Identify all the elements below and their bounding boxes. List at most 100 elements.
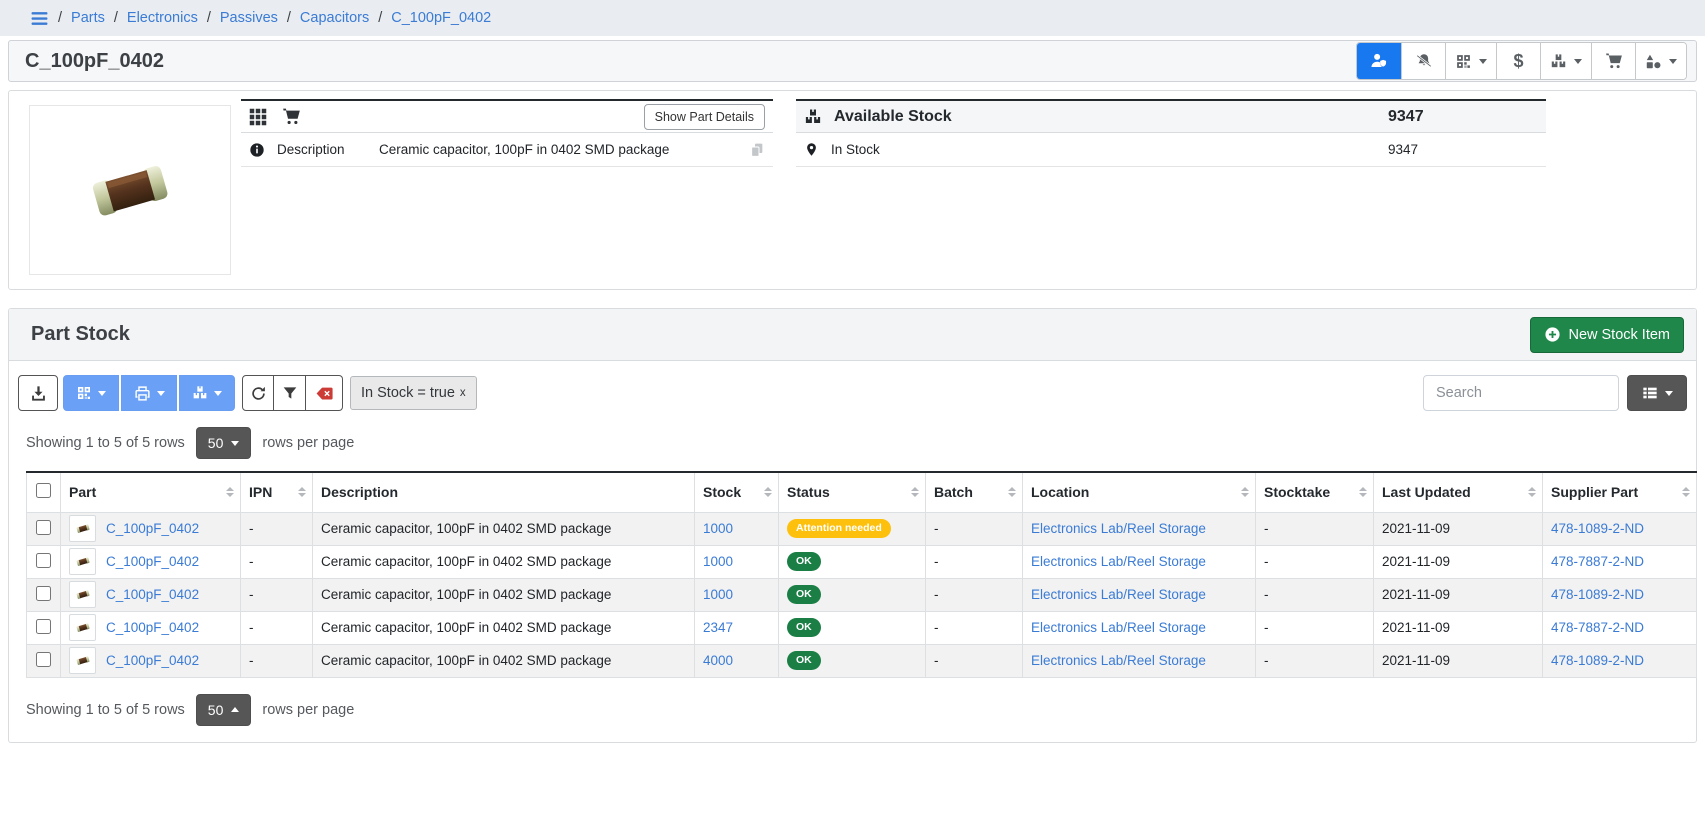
- supplier-part-link[interactable]: 478-1089-2-ND: [1551, 653, 1644, 668]
- order-actions-button[interactable]: [1591, 43, 1635, 79]
- user-roles-button[interactable]: [1357, 43, 1401, 79]
- barcode-actions-button[interactable]: [63, 375, 119, 411]
- show-part-details-button[interactable]: Show Part Details: [644, 104, 765, 130]
- stock-link[interactable]: 1000: [703, 554, 733, 569]
- column-header-stock[interactable]: Stock: [695, 472, 779, 512]
- table-row: C_100pF_0402 - Ceramic capacitor, 100pF …: [27, 512, 1697, 545]
- stock-actions-button[interactable]: [1540, 43, 1591, 79]
- column-header-stocktake[interactable]: Stocktake: [1256, 472, 1374, 512]
- sort-icon[interactable]: [911, 487, 919, 497]
- page-size-button[interactable]: 50: [196, 694, 252, 726]
- shapes-icon: [1645, 53, 1662, 70]
- table-view-button[interactable]: [1627, 375, 1687, 411]
- new-stock-item-button[interactable]: New Stock Item: [1530, 317, 1684, 353]
- row-checkbox[interactable]: [36, 553, 51, 568]
- last-updated-cell: 2021-11-09: [1374, 545, 1543, 578]
- sort-icon[interactable]: [1241, 487, 1249, 497]
- sort-icon[interactable]: [1528, 487, 1536, 497]
- caret-down-icon: [1574, 59, 1582, 64]
- cart-icon: [1605, 52, 1623, 70]
- stock-link[interactable]: 1000: [703, 587, 733, 602]
- column-header-supplier-part[interactable]: Supplier Part: [1543, 472, 1697, 512]
- location-link[interactable]: Electronics Lab/Reel Storage: [1031, 587, 1206, 602]
- remove-filters-button[interactable]: [306, 375, 343, 411]
- filter-button[interactable]: [274, 375, 306, 411]
- part-options-button[interactable]: [1635, 43, 1686, 79]
- sort-icon[interactable]: [764, 487, 772, 497]
- column-header-batch[interactable]: Batch: [926, 472, 1023, 512]
- barcode-actions-button[interactable]: [1445, 43, 1496, 79]
- status-cell: OK: [779, 644, 926, 677]
- breadcrumb-link-parts[interactable]: Parts: [71, 10, 105, 26]
- available-stock-title: Available Stock: [834, 108, 952, 126]
- part-link[interactable]: C_100pF_0402: [106, 521, 199, 536]
- row-select-cell: [27, 545, 61, 578]
- location-link[interactable]: Electronics Lab/Reel Storage: [1031, 620, 1206, 635]
- part-detail-panel: Show Part Details Description Ceramic ca…: [8, 90, 1697, 290]
- column-header-location[interactable]: Location: [1023, 472, 1256, 512]
- stock-link[interactable]: 1000: [703, 521, 733, 536]
- page-size-button[interactable]: 50: [196, 427, 252, 459]
- breadcrumb: / Parts / Electronics / Passives / Capac…: [0, 0, 1705, 36]
- select-all-checkbox[interactable]: [36, 483, 51, 498]
- column-header-part[interactable]: Part: [61, 472, 241, 512]
- sort-icon[interactable]: [1682, 487, 1690, 497]
- supplier-part-link[interactable]: 478-7887-2-ND: [1551, 620, 1644, 635]
- breadcrumb-link-passives[interactable]: Passives: [220, 10, 278, 26]
- stocktake-cell: -: [1256, 611, 1374, 644]
- location-link[interactable]: Electronics Lab/Reel Storage: [1031, 653, 1206, 668]
- part-cell: C_100pF_0402: [61, 644, 241, 677]
- stock-link[interactable]: 2347: [703, 620, 733, 635]
- breadcrumb-separator: /: [287, 10, 291, 26]
- filter-chip-close[interactable]: x: [460, 387, 466, 399]
- print-actions-button[interactable]: [121, 375, 177, 411]
- supplier-part-link[interactable]: 478-1089-2-ND: [1551, 587, 1644, 602]
- batch-cell: -: [926, 512, 1023, 545]
- part-image[interactable]: [29, 105, 231, 275]
- row-checkbox[interactable]: [36, 586, 51, 601]
- location-link[interactable]: Electronics Lab/Reel Storage: [1031, 554, 1206, 569]
- part-link[interactable]: C_100pF_0402: [106, 620, 199, 635]
- breadcrumb-link-electronics[interactable]: Electronics: [127, 10, 198, 26]
- qrcode-icon: [1455, 53, 1472, 70]
- column-header-last-updated[interactable]: Last Updated: [1374, 472, 1543, 512]
- part-info-header: Show Part Details: [241, 99, 773, 133]
- sort-icon[interactable]: [1008, 487, 1016, 497]
- breadcrumb-link-capacitors[interactable]: Capacitors: [300, 10, 369, 26]
- pricing-button[interactable]: $: [1496, 43, 1540, 79]
- part-link[interactable]: C_100pF_0402: [106, 587, 199, 602]
- row-checkbox[interactable]: [36, 520, 51, 535]
- breadcrumb-separator: /: [207, 10, 211, 26]
- search-input[interactable]: [1423, 375, 1619, 411]
- part-stock-body: In Stock = true x Showing 1 to 5 of 5 ro…: [9, 361, 1696, 742]
- table-row: C_100pF_0402 - Ceramic capacitor, 100pF …: [27, 644, 1697, 677]
- part-link[interactable]: C_100pF_0402: [106, 554, 199, 569]
- breadcrumb-link-current-part[interactable]: C_100pF_0402: [391, 10, 491, 26]
- refresh-button[interactable]: [242, 375, 274, 411]
- copy-icon[interactable]: [749, 142, 765, 158]
- menu-button[interactable]: [30, 9, 49, 28]
- supplier-part-link[interactable]: 478-7887-2-ND: [1551, 554, 1644, 569]
- status-cell: OK: [779, 611, 926, 644]
- stock-options-button[interactable]: [179, 375, 235, 411]
- stock-link[interactable]: 4000: [703, 653, 733, 668]
- notifications-button[interactable]: [1401, 43, 1445, 79]
- supplier-part-link[interactable]: 478-1089-2-ND: [1551, 521, 1644, 536]
- caret-down-icon: [214, 391, 222, 396]
- row-checkbox[interactable]: [36, 619, 51, 634]
- column-header-ipn[interactable]: IPN: [241, 472, 313, 512]
- sort-icon[interactable]: [298, 487, 306, 497]
- export-button[interactable]: [18, 375, 58, 411]
- columns-icon: [1642, 385, 1658, 401]
- capacitor-thumbnail-image: [75, 555, 91, 568]
- column-header-status[interactable]: Status: [779, 472, 926, 512]
- column-header-description[interactable]: Description: [313, 472, 695, 512]
- sort-icon[interactable]: [226, 487, 234, 497]
- part-link[interactable]: C_100pF_0402: [106, 653, 199, 668]
- stock-table: Part IPN Description Stock Status Batch …: [26, 471, 1697, 678]
- part-stock-title: Part Stock: [31, 323, 130, 346]
- location-link[interactable]: Electronics Lab/Reel Storage: [1031, 521, 1206, 536]
- sort-icon[interactable]: [1359, 487, 1367, 497]
- part-stock-header: Part Stock New Stock Item: [9, 309, 1696, 361]
- row-checkbox[interactable]: [36, 652, 51, 667]
